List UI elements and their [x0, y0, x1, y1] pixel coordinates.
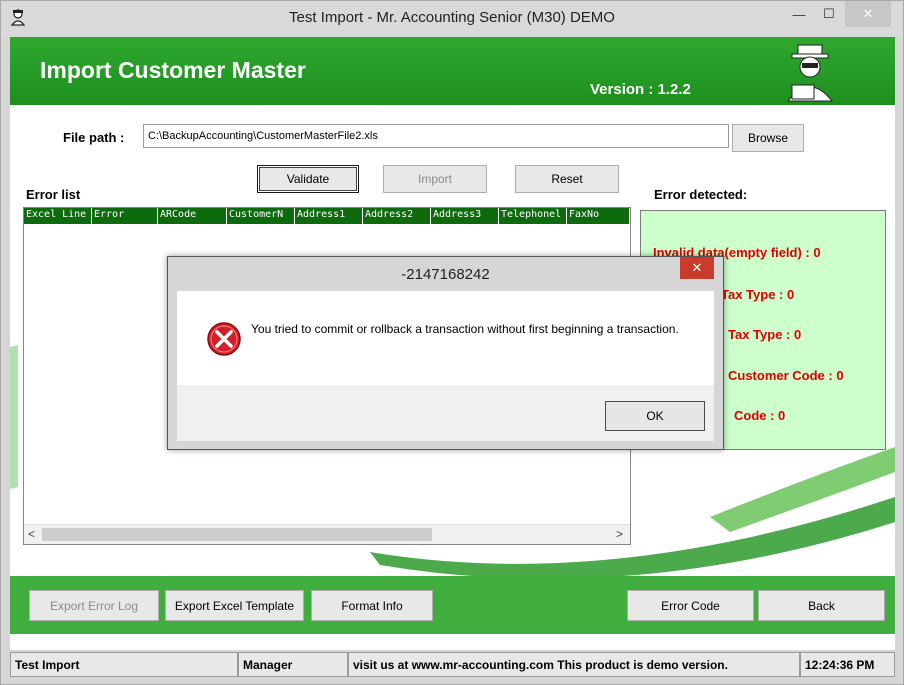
- bottom-action-bar: Export Error Log Export Excel Template F…: [10, 576, 895, 634]
- status-message: visit us at www.mr-accounting.com This p…: [348, 652, 800, 677]
- minimize-button[interactable]: —: [785, 1, 813, 27]
- back-button[interactable]: Back: [758, 590, 885, 621]
- dialog-title: -2147168242: [401, 266, 490, 283]
- title-bar: Test Import - Mr. Accounting Senior (M30…: [1, 1, 903, 37]
- scrollbar-thumb[interactable]: [42, 528, 432, 541]
- window-title: Test Import - Mr. Accounting Senior (M30…: [289, 9, 615, 26]
- scroll-right-icon[interactable]: >: [616, 527, 623, 541]
- column-header[interactable]: Telephonel: [499, 208, 567, 224]
- reset-button[interactable]: Reset: [515, 165, 619, 193]
- column-header[interactable]: Address1: [295, 208, 363, 224]
- status-user: Manager: [238, 652, 348, 677]
- error-count-line: Customer Code : 0: [728, 368, 844, 383]
- dialog-close-button[interactable]: ✕: [680, 257, 714, 279]
- column-header[interactable]: Address3: [431, 208, 499, 224]
- file-path-label: File path :: [63, 130, 125, 145]
- browse-button[interactable]: Browse: [732, 124, 804, 152]
- error-detected-label: Error detected:: [654, 187, 748, 202]
- version-label: Version : 1.2.2: [590, 81, 691, 98]
- export-excel-template-button[interactable]: Export Excel Template: [165, 590, 304, 621]
- grid-header: Excel Line Error ARCode CustomerN Addres…: [24, 208, 630, 224]
- error-icon: [207, 322, 241, 356]
- export-error-log-button[interactable]: Export Error Log: [29, 590, 159, 621]
- close-window-button[interactable]: ✕: [845, 1, 891, 27]
- app-window: Test Import - Mr. Accounting Senior (M30…: [0, 0, 904, 685]
- validate-button[interactable]: Validate: [257, 165, 359, 193]
- ok-button[interactable]: OK: [605, 401, 705, 431]
- column-header[interactable]: ARCode: [158, 208, 227, 224]
- dialog-body: You tried to commit or rollback a transa…: [177, 291, 714, 385]
- error-list-label: Error list: [26, 187, 81, 202]
- error-code-button[interactable]: Error Code: [627, 590, 754, 621]
- maximize-button[interactable]: ☐: [815, 1, 843, 27]
- column-header[interactable]: Error: [92, 208, 158, 224]
- column-header[interactable]: CustomerN: [227, 208, 295, 224]
- error-count-line: Code : 0: [734, 408, 786, 423]
- scroll-left-icon[interactable]: <: [28, 527, 35, 541]
- status-time: 12:24:36 PM: [800, 652, 895, 677]
- error-count-line: Tax Type : 0: [721, 287, 795, 302]
- page-title: Import Customer Master: [40, 57, 306, 83]
- header-banner: Import Customer Master Version : 1.2.2: [10, 37, 895, 105]
- error-count-line: Tax Type : 0: [728, 327, 802, 342]
- column-header[interactable]: FaxNo: [567, 208, 630, 224]
- status-bar: Test Import Manager visit us at www.mr-a…: [10, 652, 895, 679]
- horizontal-scrollbar[interactable]: < >: [24, 524, 630, 544]
- mascot-logo-icon: [786, 44, 834, 102]
- column-header[interactable]: Excel Line: [24, 208, 92, 224]
- format-info-button[interactable]: Format Info: [311, 590, 433, 621]
- dialog-message: You tried to commit or rollback a transa…: [251, 322, 679, 336]
- file-path-input[interactable]: [143, 124, 729, 148]
- status-app-name: Test Import: [10, 652, 238, 677]
- import-button[interactable]: Import: [383, 165, 487, 193]
- column-header[interactable]: Address2: [363, 208, 431, 224]
- error-dialog: -2147168242 ✕ You tried to commit or rol…: [167, 256, 724, 450]
